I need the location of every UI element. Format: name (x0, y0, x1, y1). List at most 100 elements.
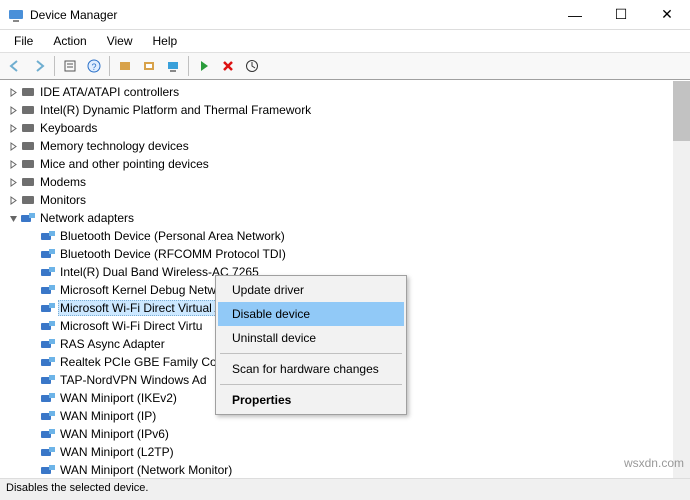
properties-icon[interactable] (138, 55, 160, 77)
expand-icon[interactable] (6, 178, 20, 187)
tree-item[interactable]: Memory technology devices (6, 137, 690, 155)
app-icon (8, 7, 24, 23)
tree-item-label: Intel(R) Dynamic Platform and Thermal Fr… (38, 103, 313, 117)
tree-item-label: WAN Miniport (L2TP) (58, 445, 176, 459)
close-button[interactable]: ✕ (644, 0, 690, 30)
tree-item-label: WAN Miniport (IKEv2) (58, 391, 179, 405)
menu-bar: File Action View Help (0, 30, 690, 52)
disable-icon[interactable] (217, 55, 239, 77)
expand-icon[interactable] (6, 142, 20, 151)
tree-item-label: Monitors (38, 193, 88, 207)
tree-item-label: Mice and other pointing devices (38, 157, 211, 171)
menu-file[interactable]: File (6, 32, 41, 50)
back-icon[interactable] (4, 55, 26, 77)
scan-icon[interactable] (114, 55, 136, 77)
maximize-button[interactable]: ☐ (598, 0, 644, 30)
vertical-scrollbar[interactable] (673, 81, 690, 478)
title-bar: Device Manager — ☐ ✕ (0, 0, 690, 30)
uninstall-icon[interactable] (241, 55, 263, 77)
tree-item-adapter[interactable]: WAN Miniport (IPv6) (26, 425, 690, 443)
toolbar-divider (54, 56, 55, 76)
tree-item-adapter[interactable]: Bluetooth Device (RFCOMM Protocol TDI) (26, 245, 690, 263)
tree-item[interactable]: Modems (6, 173, 690, 191)
status-bar: Disables the selected device. (0, 478, 690, 500)
tree-item-adapter[interactable]: Bluetooth Device (Personal Area Network) (26, 227, 690, 245)
device-icon (40, 408, 56, 424)
tree-item-label: Bluetooth Device (Personal Area Network) (58, 229, 287, 243)
device-icon (20, 156, 36, 172)
tree-item-label: Memory technology devices (38, 139, 191, 153)
context-menu-item[interactable]: Update driver (218, 278, 404, 302)
device-icon (40, 444, 56, 460)
device-icon (20, 210, 36, 226)
menu-help[interactable]: Help (145, 32, 186, 50)
tree-item[interactable]: Intel(R) Dynamic Platform and Thermal Fr… (6, 101, 690, 119)
tree-item[interactable]: IDE ATA/ATAPI controllers (6, 83, 690, 101)
context-menu-separator (220, 353, 402, 354)
tree-item-label: Realtek PCIe GBE Family Co (58, 355, 219, 369)
device-icon (40, 354, 56, 370)
device-icon (40, 246, 56, 262)
tree-item-label: Keyboards (38, 121, 99, 135)
show-hidden-icon[interactable] (59, 55, 81, 77)
update-driver-icon[interactable] (162, 55, 184, 77)
expand-icon[interactable] (6, 106, 20, 115)
toolbar-divider (109, 56, 110, 76)
tree-item-label: WAN Miniport (IPv6) (58, 427, 171, 441)
window-title: Device Manager (30, 8, 552, 22)
watermark: wsxdn.com (624, 456, 684, 470)
context-menu-item[interactable]: Properties (218, 388, 404, 412)
context-menu-item[interactable]: Disable device (218, 302, 404, 326)
expand-icon[interactable] (6, 214, 20, 223)
context-menu-separator (220, 384, 402, 385)
window-controls: — ☐ ✕ (552, 0, 690, 30)
tree-item-network-adapters[interactable]: Network adapters (6, 209, 690, 227)
device-icon (40, 228, 56, 244)
context-menu: Update driverDisable deviceUninstall dev… (215, 275, 407, 415)
help-icon[interactable]: ? (83, 55, 105, 77)
svg-text:?: ? (91, 62, 96, 72)
device-icon (40, 336, 56, 352)
device-icon (20, 138, 36, 154)
enable-icon[interactable] (193, 55, 215, 77)
device-icon (20, 84, 36, 100)
tree-item-label: RAS Async Adapter (58, 337, 167, 351)
device-icon (20, 102, 36, 118)
tree-item[interactable]: Keyboards (6, 119, 690, 137)
toolbar-divider (188, 56, 189, 76)
expand-icon[interactable] (6, 196, 20, 205)
tree-item-label: Modems (38, 175, 88, 189)
tree-item-label: Bluetooth Device (RFCOMM Protocol TDI) (58, 247, 288, 261)
tree-item[interactable]: Monitors (6, 191, 690, 209)
menu-view[interactable]: View (99, 32, 141, 50)
toolbar: ? (0, 52, 690, 80)
tree-item-label: IDE ATA/ATAPI controllers (38, 85, 181, 99)
device-icon (20, 192, 36, 208)
expand-icon[interactable] (6, 88, 20, 97)
scrollbar-thumb[interactable] (673, 81, 690, 141)
forward-icon[interactable] (28, 55, 50, 77)
expand-icon[interactable] (6, 124, 20, 133)
expand-icon[interactable] (6, 160, 20, 169)
tree-item-adapter[interactable]: WAN Miniport (L2TP) (26, 443, 690, 461)
device-icon (40, 282, 56, 298)
device-icon (40, 264, 56, 280)
device-icon (40, 462, 56, 478)
tree-item-label: Microsoft Wi-Fi Direct Virtu (58, 319, 204, 333)
tree-item-adapter[interactable]: WAN Miniport (Network Monitor) (26, 461, 690, 478)
tree-item-label: TAP-NordVPN Windows Ad (58, 373, 209, 387)
device-icon (40, 426, 56, 442)
context-menu-item[interactable]: Scan for hardware changes (218, 357, 404, 381)
minimize-button[interactable]: — (552, 0, 598, 30)
tree-item-label: WAN Miniport (Network Monitor) (58, 463, 234, 477)
tree-item[interactable]: Mice and other pointing devices (6, 155, 690, 173)
device-icon (40, 318, 56, 334)
device-icon (20, 174, 36, 190)
device-icon (40, 390, 56, 406)
tree-item-label: WAN Miniport (IP) (58, 409, 158, 423)
menu-action[interactable]: Action (45, 32, 94, 50)
context-menu-item[interactable]: Uninstall device (218, 326, 404, 350)
tree-item-label: Network adapters (38, 211, 136, 225)
device-icon (40, 300, 56, 316)
device-icon (40, 372, 56, 388)
